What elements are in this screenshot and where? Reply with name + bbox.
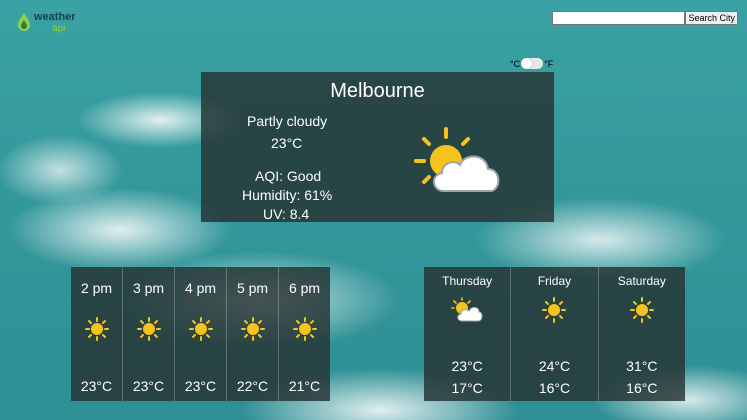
hourly-item: 4 pm 23°C — [175, 267, 227, 401]
current-condition: Partly cloudy — [247, 113, 328, 129]
daily-forecast: Thursday 23°C 17°C Friday 24°C 16°C Satu… — [424, 267, 685, 401]
logo-word-weather: weather — [34, 11, 76, 23]
hour-temperature: 23°C — [184, 378, 217, 394]
hourly-item: 2 pm 23°C — [71, 267, 123, 401]
day-low-temperature: 16°C — [538, 380, 571, 396]
hour-time: 4 pm — [184, 280, 217, 296]
hourly-item: 5 pm 22°C — [227, 267, 279, 401]
current-weather-panel: Melbourne Partly cloudy 23°C AQI: Good H… — [201, 72, 554, 222]
unit-switch[interactable] — [521, 58, 544, 69]
day-name: Thursday — [442, 274, 493, 288]
hourly-item: 6 pm 21°C — [279, 267, 330, 401]
day-name: Friday — [537, 274, 572, 288]
hour-temperature: 22°C — [236, 378, 269, 394]
sun-icon — [292, 317, 317, 341]
fahrenheit-label: °F — [544, 58, 554, 69]
unit-toggle[interactable]: °C °F — [510, 58, 553, 69]
partly-cloudy-icon — [451, 297, 483, 322]
uv-index: UV: 8.4 — [263, 206, 310, 222]
hour-time: 3 pm — [132, 280, 165, 296]
hourly-item: 3 pm 23°C — [123, 267, 175, 401]
search-city-button[interactable]: Search City — [685, 11, 738, 25]
sun-icon — [542, 297, 567, 323]
hour-time: 6 pm — [288, 280, 321, 296]
celsius-label: °C — [510, 58, 521, 69]
city-search-input[interactable] — [552, 11, 686, 25]
sun-icon — [240, 317, 265, 341]
search-bar: Search City — [552, 11, 738, 25]
day-high-temperature: 23°C — [451, 358, 483, 374]
sun-icon — [84, 317, 109, 341]
hourly-forecast: 2 pm 23°C 3 pm 23°C 4 pm 23°C 5 pm 22°C … — [71, 267, 330, 401]
sun-icon — [136, 317, 161, 341]
hour-time: 5 pm — [236, 280, 269, 296]
air-quality: AQI: Good — [255, 168, 322, 184]
day-low-temperature: 16°C — [626, 380, 658, 396]
sun-icon — [629, 297, 654, 323]
current-temperature: 23°C — [271, 135, 303, 151]
hour-temperature: 23°C — [132, 378, 165, 394]
weatherapi-logo[interactable]: weather api — [16, 12, 76, 34]
city-name: Melbourne — [330, 80, 425, 102]
hour-time: 2 pm — [80, 280, 113, 296]
partly-cloudy-icon — [414, 127, 500, 192]
day-high-temperature: 24°C — [538, 358, 571, 374]
hour-temperature: 21°C — [288, 378, 321, 394]
logo-word-api: api — [52, 23, 66, 34]
day-low-temperature: 17°C — [451, 380, 483, 396]
day-high-temperature: 31°C — [626, 358, 658, 374]
water-drop-icon — [18, 13, 30, 31]
daily-item: Thursday 23°C 17°C — [424, 267, 512, 401]
hour-temperature: 23°C — [80, 378, 113, 394]
day-name: Saturday — [617, 274, 666, 288]
humidity: Humidity: 61% — [242, 187, 333, 203]
unit-switch-knob[interactable] — [521, 58, 533, 69]
daily-item: Friday 24°C 16°C — [511, 267, 599, 401]
sun-icon — [188, 317, 213, 341]
daily-item: Saturday 31°C 16°C — [599, 267, 685, 401]
